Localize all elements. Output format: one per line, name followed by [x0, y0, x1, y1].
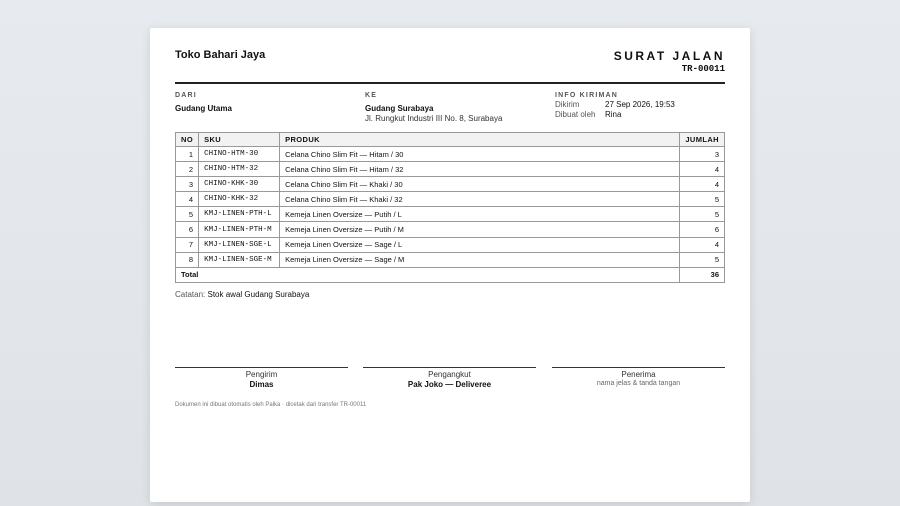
total-row: Total 36	[174, 266, 725, 283]
document-header: Toko Bahari Jaya SURAT JALAN TR-00011	[175, 28, 725, 84]
row-sku: CHINO-KHK-30	[198, 176, 281, 193]
table-row: 3 CHINO-KHK-30 Celana Chino Slim Fit — K…	[174, 176, 725, 193]
row-product: Celana Chino Slim Fit — Hitam / 32	[279, 161, 681, 178]
row-sku: CHINO-HTM-32	[198, 161, 281, 178]
col-header-sku: SKU	[198, 132, 281, 147]
row-no: 1	[174, 145, 200, 163]
row-no: 7	[174, 236, 200, 253]
row-no: 3	[174, 176, 200, 193]
shipping-info-label: INFO KIRIMAN	[555, 92, 619, 99]
from-label: DARI	[175, 92, 197, 99]
col-header-qty: JUMLAH	[679, 132, 725, 147]
row-product: Celana Chino Slim Fit — Khaki / 32	[279, 191, 681, 208]
row-no: 4	[174, 191, 200, 208]
total-value: 36	[679, 266, 725, 283]
from-name: Gudang Utama	[175, 104, 232, 113]
delivery-note-paper: Toko Bahari Jaya SURAT JALAN TR-00011 DA…	[150, 28, 750, 502]
note-label: Catatan:	[175, 289, 206, 299]
row-product: Kemeja Linen Oversize — Sage / M	[279, 251, 681, 268]
total-label: Total	[174, 266, 681, 283]
row-sku: CHINO-KHK-32	[198, 191, 281, 208]
row-product: Kemeja Linen Oversize — Putih / L	[279, 206, 681, 223]
sent-value: 27 Sep 2026, 19:53	[605, 100, 675, 109]
row-product: Celana Chino Slim Fit — Khaki / 30	[279, 176, 681, 193]
row-sku: KMJ-LINEN-PTH-L	[198, 206, 281, 223]
row-sku: KMJ-LINEN-SGE-L	[198, 236, 281, 253]
table-row: 7 KMJ-LINEN-SGE-L Kemeja Linen Oversize …	[174, 236, 725, 253]
to-label: KE	[365, 92, 378, 99]
table-row: 1 CHINO-HTM-30 Celana Chino Slim Fit — H…	[174, 145, 725, 163]
to-address: Jl. Rungkut Industri III No. 8, Surabaya	[365, 114, 503, 123]
row-qty: 4	[679, 161, 725, 178]
row-qty: 5	[679, 251, 725, 268]
table-row: 8 KMJ-LINEN-SGE-M Kemeja Linen Oversize …	[174, 251, 725, 268]
row-qty: 6	[679, 221, 725, 238]
table-header-row: NO SKU PRODUK JUMLAH	[174, 132, 725, 147]
store-name: Toko Bahari Jaya	[175, 49, 266, 61]
row-no: 6	[174, 221, 200, 238]
document-number: TR-00011	[681, 64, 725, 74]
to-name: Gudang Surabaya	[365, 104, 434, 113]
row-no: 8	[174, 251, 200, 268]
row-qty: 3	[679, 145, 725, 163]
created-by-label: Dibuat oleh	[555, 110, 596, 119]
table-row: 5 KMJ-LINEN-PTH-L Kemeja Linen Oversize …	[174, 206, 725, 223]
created-by-row: Dibuat oleh Rina	[555, 110, 725, 119]
row-no: 5	[174, 206, 200, 223]
document-title: SURAT JALAN	[613, 49, 725, 63]
row-qty: 5	[679, 206, 725, 223]
row-qty: 4	[679, 236, 725, 253]
from-block: DARI Gudang Utama	[175, 92, 355, 113]
col-header-product: PRODUK	[279, 132, 681, 147]
row-product: Kemeja Linen Oversize — Putih / M	[279, 221, 681, 238]
row-qty: 4	[679, 176, 725, 193]
note-text: Stok awal Gudang Surabaya	[207, 289, 310, 299]
row-sku: CHINO-HTM-30	[198, 145, 281, 163]
note: Catatan: Stok awal Gudang Surabaya	[175, 290, 725, 299]
row-sku: KMJ-LINEN-SGE-M	[198, 251, 281, 268]
row-sku: KMJ-LINEN-PTH-M	[198, 221, 281, 238]
sent-label: Dikirim	[555, 100, 580, 109]
table-row: 2 CHINO-HTM-32 Celana Chino Slim Fit — H…	[174, 161, 725, 178]
row-product: Celana Chino Slim Fit — Hitam / 30	[279, 145, 681, 163]
row-no: 2	[174, 161, 200, 178]
row-qty: 5	[679, 191, 725, 208]
table-row: 6 KMJ-LINEN-PTH-M Kemeja Linen Oversize …	[174, 221, 725, 238]
created-by-value: Rina	[605, 110, 622, 119]
row-product: Kemeja Linen Oversize — Sage / L	[279, 236, 681, 253]
to-block: KE Gudang Surabaya Jl. Rungkut Industri …	[365, 92, 545, 123]
table-row: 4 CHINO-KHK-32 Celana Chino Slim Fit — K…	[174, 191, 725, 208]
info-section: DARI Gudang Utama KE Gudang Surabaya Jl.…	[175, 84, 725, 132]
shipping-info-block: INFO KIRIMAN Dikirim 27 Sep 2026, 19:53 …	[555, 92, 725, 119]
col-header-no: NO	[174, 132, 200, 147]
sent-row: Dikirim 27 Sep 2026, 19:53	[555, 100, 725, 109]
items-table: NO SKU PRODUK JUMLAH 1 CHINO-HTM-30 Cela…	[174, 132, 725, 283]
